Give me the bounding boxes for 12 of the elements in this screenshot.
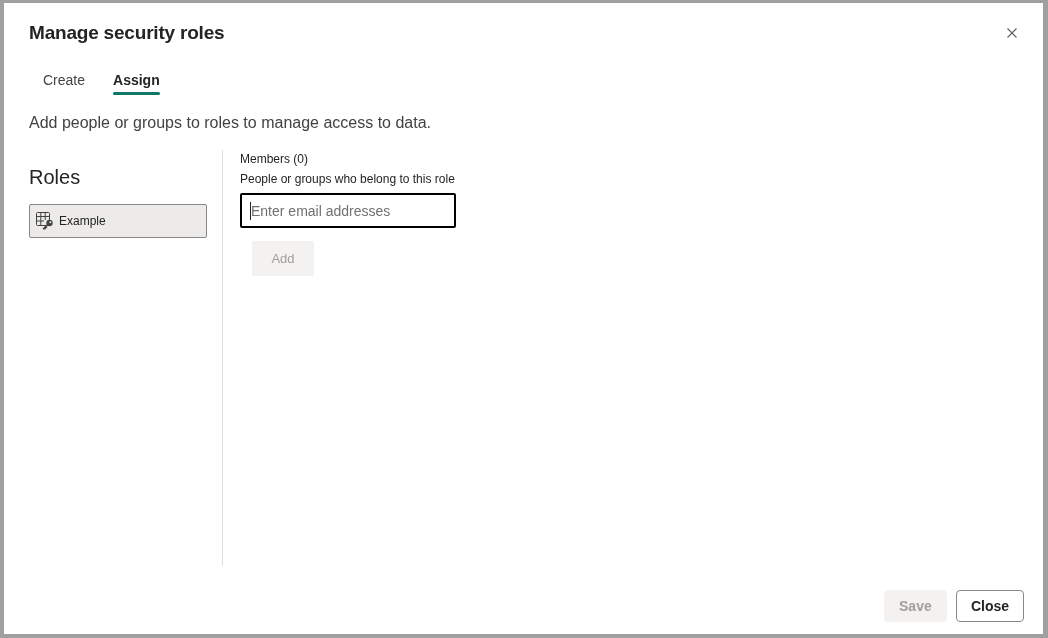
members-heading: Members (0) (240, 151, 308, 167)
table-key-icon (36, 212, 54, 230)
close-icon (1007, 28, 1017, 38)
email-input-field[interactable]: Enter email addresses (240, 193, 456, 228)
roles-heading: Roles (29, 165, 81, 190)
description-text: Add people or groups to roles to manage access to data. (29, 113, 432, 133)
close-dialog-button[interactable]: Close (955, 590, 1024, 622)
dialog-title: Manage security roles (29, 22, 225, 44)
tab[interactable]: Assign (99, 62, 174, 98)
role-item[interactable]: Example (29, 204, 207, 238)
members-hint: People or groups who belong to this role (240, 171, 455, 187)
tab[interactable]: Create (29, 62, 100, 98)
